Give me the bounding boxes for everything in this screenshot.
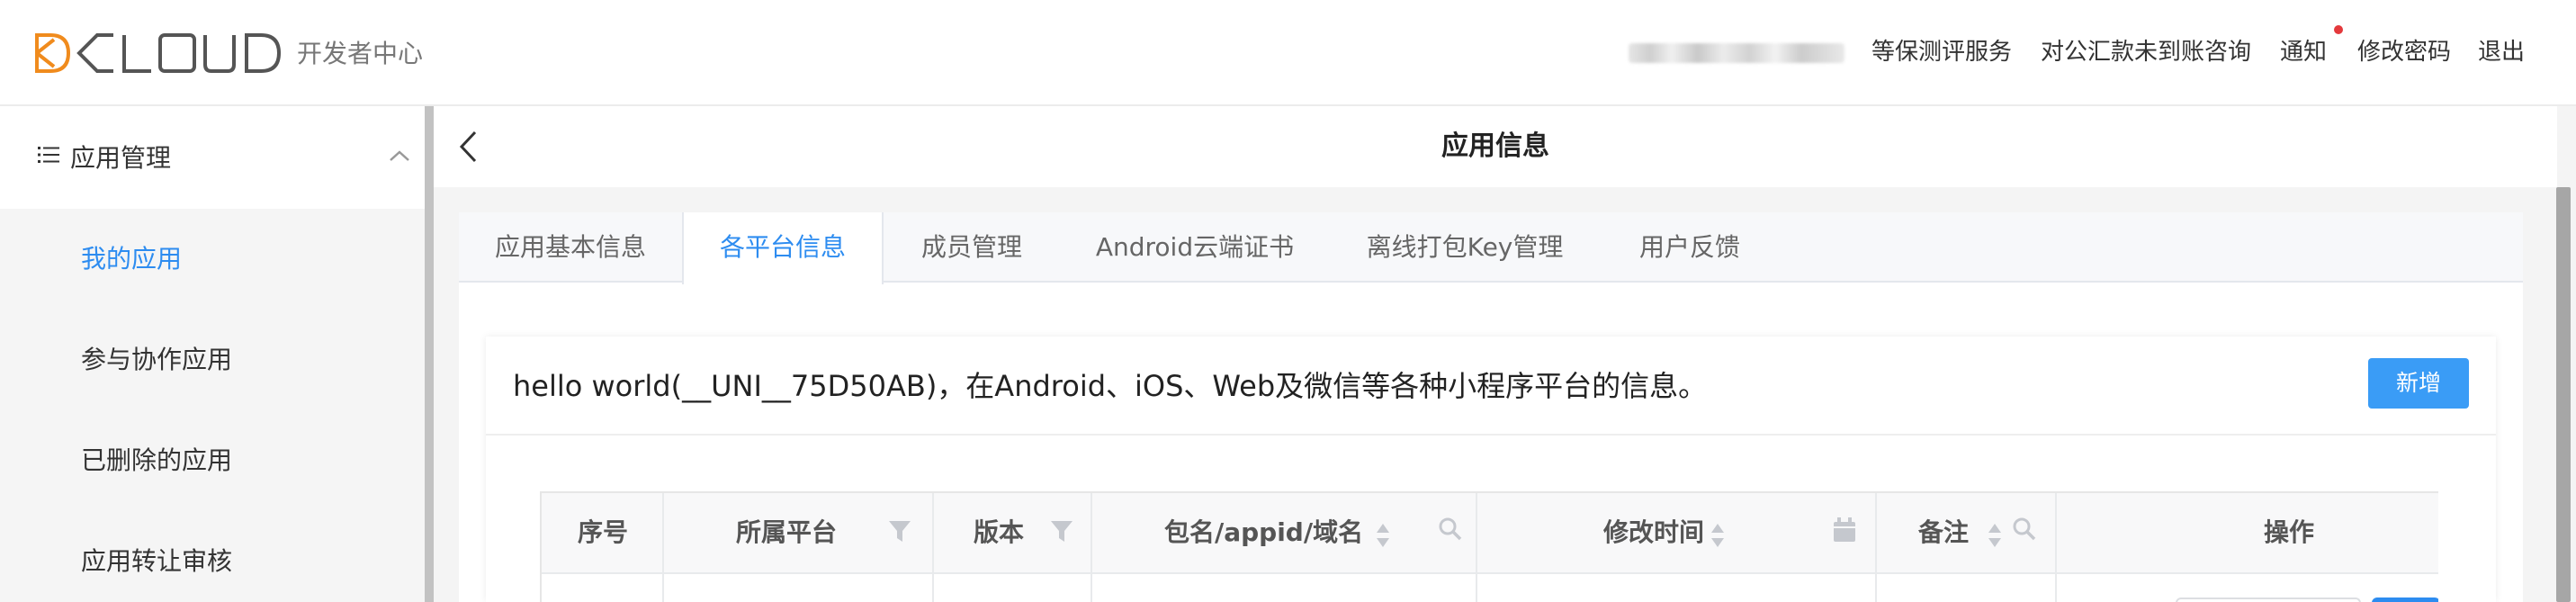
platform-info-card: 应用基本信息 各平台信息 成员管理 Android云端证书 离线打包Key管理 … bbox=[459, 212, 2523, 602]
column-header-platform: 所属平台 bbox=[664, 493, 934, 572]
sidebar-scrollbar[interactable] bbox=[425, 106, 434, 602]
top-header: 开发者中心 等保测评服务 对公汇款未到账咨询 通知 修改密码 退出 bbox=[0, 0, 2576, 106]
page-title: 应用信息 bbox=[1441, 130, 1549, 162]
platform-table: 序号 所属平台 版本 包名/appid/域名 修改时间 备注 操作 bbox=[540, 491, 2438, 602]
panel-header: hello world(__UNI__75D50AB)，在Android、iOS… bbox=[486, 337, 2496, 436]
nav-logout[interactable]: 退出 bbox=[2478, 34, 2525, 70]
dcloud-logo-mark bbox=[35, 33, 282, 73]
account-name-redacted[interactable] bbox=[1629, 43, 1844, 63]
row-action-button[interactable] bbox=[2176, 598, 2361, 602]
row-primary-action-button[interactable] bbox=[2372, 598, 2438, 602]
nav-security-assessment[interactable]: 等保测评服务 bbox=[1871, 34, 2012, 70]
sidebar-section-label: 应用管理 bbox=[70, 143, 172, 173]
sidebar: 应用管理 我的应用 参与协作应用 已删除的应用 应用转让审核 bbox=[0, 106, 425, 602]
tab-offline-key[interactable]: 离线打包Key管理 bbox=[1330, 212, 1600, 283]
column-label: 操作 bbox=[2264, 517, 2315, 547]
column-header-version: 版本 bbox=[934, 493, 1092, 572]
notification-dot-icon bbox=[2334, 25, 2343, 34]
column-header-package: 包名/appid/域名 bbox=[1092, 493, 1477, 572]
page-scrollbar[interactable] bbox=[2556, 187, 2571, 602]
page-title-bar: 应用信息 bbox=[434, 106, 2557, 187]
column-label: 修改时间 bbox=[1603, 517, 1705, 547]
dcloud-logo[interactable] bbox=[34, 32, 284, 74]
tab-platform-info[interactable]: 各平台信息 bbox=[682, 212, 884, 284]
column-header-index: 序号 bbox=[542, 493, 664, 572]
logo-subtitle: 开发者中心 bbox=[297, 39, 424, 68]
sidebar-item-transfer-review[interactable]: 应用转让审核 bbox=[81, 544, 232, 580]
sidebar-item-collaborating-apps[interactable]: 参与协作应用 bbox=[81, 342, 232, 378]
tab-android-cert[interactable]: Android云端证书 bbox=[1060, 212, 1330, 283]
table-cell bbox=[664, 574, 934, 602]
sidebar-item-deleted-apps[interactable]: 已删除的应用 bbox=[81, 443, 232, 479]
column-label: 包名/appid/域名 bbox=[1164, 517, 1364, 547]
column-label: 备注 bbox=[1918, 517, 1970, 547]
table-header: 序号 所属平台 版本 包名/appid/域名 修改时间 备注 操作 bbox=[542, 493, 2438, 574]
nav-remittance-inquiry[interactable]: 对公汇款未到账咨询 bbox=[2041, 34, 2251, 70]
table-cell bbox=[542, 574, 664, 602]
column-label: 序号 bbox=[578, 517, 629, 547]
calendar-icon[interactable] bbox=[1832, 517, 1857, 544]
table-cell bbox=[934, 574, 1092, 602]
tab-bar: 应用基本信息 各平台信息 成员管理 Android云端证书 离线打包Key管理 … bbox=[459, 212, 2523, 284]
nav-change-password[interactable]: 修改密码 bbox=[2357, 34, 2451, 70]
sort-icon[interactable] bbox=[1987, 522, 2003, 549]
table-cell bbox=[1877, 574, 2057, 602]
column-header-actions: 操作 bbox=[2057, 493, 2438, 572]
table-cell bbox=[1477, 574, 1877, 602]
column-label: 版本 bbox=[974, 517, 1025, 547]
chevron-up-icon[interactable] bbox=[389, 149, 410, 162]
sort-icon[interactable] bbox=[1710, 522, 1726, 549]
table-cell bbox=[1092, 574, 1477, 602]
tab-feedback[interactable]: 用户反馈 bbox=[1600, 212, 1780, 283]
app-platform-description: hello world(__UNI__75D50AB)，在Android、iOS… bbox=[513, 369, 1708, 403]
nav-notifications[interactable]: 通知 bbox=[2280, 34, 2327, 70]
column-label: 所属平台 bbox=[736, 517, 838, 547]
sidebar-item-my-apps[interactable]: 我的应用 bbox=[81, 241, 182, 277]
search-icon[interactable] bbox=[1438, 517, 1463, 542]
add-button[interactable]: 新增 bbox=[2368, 358, 2469, 409]
column-header-modified-time: 修改时间 bbox=[1477, 493, 1877, 572]
filter-icon[interactable] bbox=[887, 518, 912, 544]
filter-icon[interactable] bbox=[1049, 518, 1074, 544]
platform-panel: hello world(__UNI__75D50AB)，在Android、iOS… bbox=[486, 337, 2496, 602]
tab-members[interactable]: 成员管理 bbox=[884, 212, 1060, 283]
list-icon bbox=[38, 147, 59, 163]
sidebar-section-app-management[interactable]: 应用管理 bbox=[0, 106, 425, 209]
tab-basic-info[interactable]: 应用基本信息 bbox=[459, 212, 682, 283]
search-icon[interactable] bbox=[2012, 517, 2037, 542]
column-header-remark: 备注 bbox=[1877, 493, 2057, 572]
table-row bbox=[542, 574, 2438, 602]
sort-icon[interactable] bbox=[1375, 522, 1391, 549]
